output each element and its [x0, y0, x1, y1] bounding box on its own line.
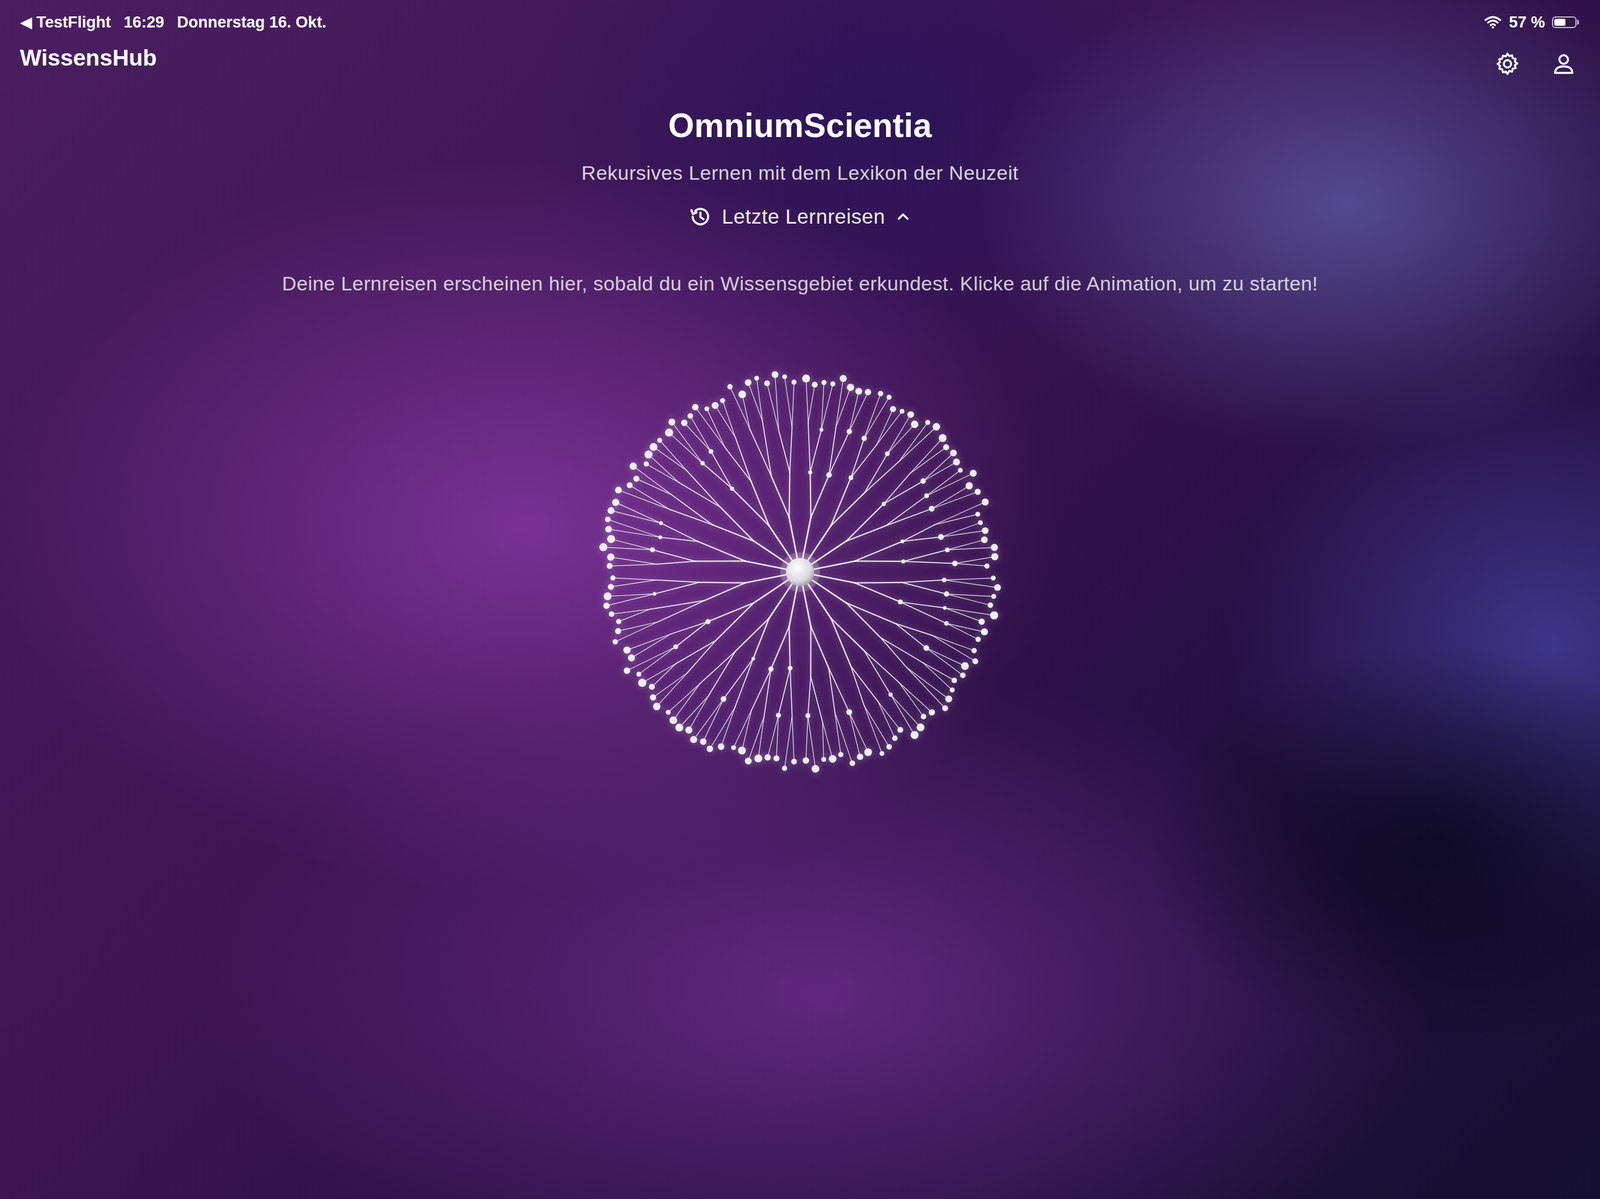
- gear-icon[interactable]: [1494, 50, 1521, 77]
- app-title: WissensHub: [19, 45, 157, 71]
- status-bar: ◀ TestFlight 16:29 Donnerstag 16. Okt. 5…: [0, 0, 1600, 37]
- knowledge-tree-animation[interactable]: [589, 361, 1011, 784]
- hero: OmniumScientia Rekursives Lernen mit dem…: [0, 77, 1600, 784]
- hero-subtitle: Rekursives Lernen mit dem Lexikon der Ne…: [581, 160, 1019, 186]
- history-icon: [688, 204, 713, 229]
- recent-journeys-label: Letzte Lernreisen: [722, 204, 886, 229]
- recent-journeys-toggle[interactable]: Letzte Lernreisen: [688, 203, 913, 231]
- back-to-app-button[interactable]: ◀ TestFlight: [19, 12, 111, 32]
- recent-journeys-empty-text: Deine Lernreisen erscheinen hier, sobald…: [258, 271, 1342, 297]
- status-date: Donnerstag 16. Okt.: [176, 13, 327, 32]
- chevron-icon: [894, 207, 912, 226]
- battery-percent: 57 %: [1508, 13, 1545, 32]
- wifi-icon: [1484, 15, 1502, 30]
- header: WissensHub: [0, 36, 1600, 78]
- status-time: 16:29: [123, 13, 164, 32]
- battery-icon: [1551, 16, 1579, 29]
- person-icon[interactable]: [1550, 50, 1577, 77]
- background-photo: ◀ TestFlight 16:29 Donnerstag 16. Okt. 5…: [0, 0, 1600, 1199]
- hero-title: OmniumScientia: [668, 105, 932, 146]
